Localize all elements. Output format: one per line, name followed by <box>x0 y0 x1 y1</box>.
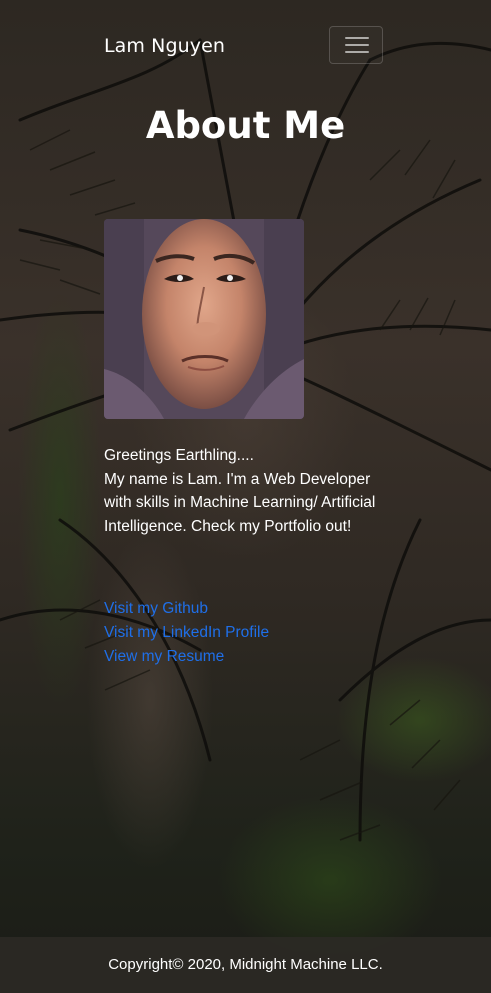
page: Lam Nguyen About Me Greetings Earthling.… <box>0 0 491 993</box>
github-link[interactable]: Visit my Github <box>104 597 404 621</box>
profile-links: Visit my Github Visit my LinkedIn Profil… <box>104 597 404 669</box>
profile-photo <box>104 219 304 419</box>
hamburger-menu-icon <box>345 37 369 39</box>
hamburger-menu-icon-bar <box>345 44 369 46</box>
bio-text: Greetings Earthling.... My name is Lam. … <box>104 444 389 538</box>
footer: Copyright© 2020, Midnight Machine LLC. <box>0 937 491 993</box>
navbar: Lam Nguyen <box>0 0 491 94</box>
linkedin-link[interactable]: Visit my LinkedIn Profile <box>104 621 404 645</box>
resume-link[interactable]: View my Resume <box>104 645 404 669</box>
brand-link[interactable]: Lam Nguyen <box>104 35 225 57</box>
hamburger-menu-icon-bar <box>345 51 369 53</box>
greeting-text: Greetings Earthling.... <box>104 447 254 464</box>
bio-paragraph: My name is Lam. I'm a Web Developer with… <box>104 470 376 535</box>
page-title: About Me <box>145 104 346 147</box>
navbar-toggler-button[interactable] <box>329 26 383 64</box>
copyright-text: Copyright© 2020, Midnight Machine LLC. <box>108 956 383 973</box>
